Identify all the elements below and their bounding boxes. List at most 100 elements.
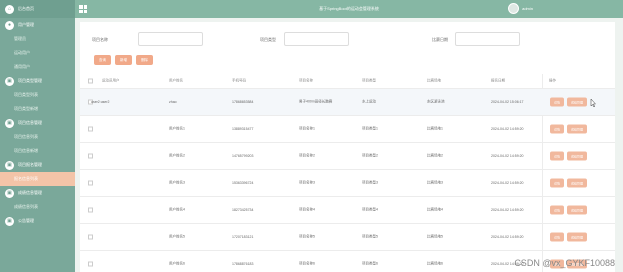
sidebar-home[interactable]: ⌂ 后台首页 [0, 0, 75, 18]
cell-name: 用户姓名1 [169, 126, 185, 131]
top-header: 基于SpringBoot的运动会管理系统 admin [75, 0, 623, 18]
cell-date: 2024-04-02 14:59:20 [491, 154, 524, 158]
header-name: 用户姓名 [169, 78, 183, 83]
row-actions: 详情 成绩管理 [550, 178, 588, 188]
sidebar-group-label: 项目报名管理 [18, 162, 42, 167]
project-icon: ▣ [5, 216, 14, 226]
cell-phone: 17868653584 [232, 100, 254, 104]
cell-phone: 17207183121 [232, 235, 254, 239]
cell-type: 项目类型1 [362, 126, 378, 131]
row-actions: 详情 成绩管理 [550, 124, 588, 134]
header-phone: 手机号码 [232, 78, 246, 83]
table-row[interactable]: 用户姓名1 13889315477 项目名称1 项目类型1 比赛场地1 2024… [80, 115, 615, 142]
detail-button[interactable]: 详情 [550, 205, 565, 215]
row-checkbox[interactable] [88, 126, 93, 132]
sidebar-home-label: 后台首页 [18, 6, 34, 11]
registration-table: 运动员用户 用户姓名 手机号码 项目名称 项目类型 比赛场地 报名日期 操作 u… [80, 74, 615, 272]
sidebar-group-project-info[interactable]: ▣ 项目信息管理 [0, 116, 75, 130]
delete-button[interactable]: 删除 [136, 55, 153, 65]
search-button[interactable]: 查询 [94, 55, 111, 65]
cell-venue: 比赛场地1 [427, 126, 443, 131]
detail-button[interactable]: 详情 [550, 124, 565, 134]
score-button[interactable]: 成绩管理 [567, 205, 588, 215]
cell-date: 2024-04-02 14:59:20 [491, 208, 524, 212]
project-icon: ▣ [5, 76, 14, 86]
row-checkbox[interactable] [88, 261, 93, 267]
cell-phone: 15363396724 [232, 181, 254, 185]
row-actions: 详情 成绩管理 [550, 232, 588, 242]
sidebar-group-users[interactable]: ● 用户管理 [0, 18, 75, 32]
header-project: 项目名称 [299, 78, 313, 83]
score-button[interactable]: 成绩管理 [567, 232, 588, 242]
user-icon: ● [5, 20, 14, 30]
row-actions: 详情 成绩管理 [550, 151, 588, 161]
project-icon: ▣ [5, 160, 14, 170]
cell-phone: 13889315477 [232, 127, 254, 131]
table-header: 运动员用户 用户姓名 手机号码 项目名称 项目类型 比赛场地 报名日期 操作 [80, 74, 615, 88]
header-venue: 比赛场地 [427, 78, 441, 83]
sidebar-group-label: 公告管理 [18, 218, 34, 223]
sidebar-item-admin[interactable]: 管理员 [0, 32, 75, 46]
sidebar-item-project-info-list[interactable]: 项目信息列表 [0, 130, 75, 144]
cell-name: 用户姓名4 [169, 207, 185, 212]
table-row[interactable]: 用户姓名4 18273425734 项目名称4 项目类型4 比赛场地4 2024… [80, 196, 615, 223]
table-row[interactable]: user2:user2 zhao 17868653584 男子400m田径长跑赛… [80, 88, 615, 115]
sidebar-group-scores[interactable]: ▣ 成绩信息管理 [0, 186, 75, 200]
sidebar-group-registration[interactable]: ▣ 项目报名管理 [0, 158, 75, 172]
table-row[interactable]: 用户姓名2 14765799203 项目名称2 项目类型2 比赛场地2 2024… [80, 142, 615, 169]
cell-venue: 比赛场地5 [427, 234, 443, 239]
cell-name: 用户姓名6 [169, 261, 185, 266]
select-all-checkbox[interactable] [88, 78, 93, 84]
sidebar-item-project-type-list[interactable]: 项目类型列表 [0, 88, 75, 102]
detail-button[interactable]: 详情 [550, 178, 565, 188]
avatar [508, 3, 520, 14]
add-button[interactable]: 新增 [115, 55, 132, 65]
header-ops: 操作 [549, 78, 556, 83]
project-type-input[interactable] [284, 32, 349, 46]
sidebar-group-label: 用户管理 [18, 22, 34, 27]
row-checkbox[interactable] [88, 180, 93, 186]
row-actions: 详情 成绩管理 [550, 205, 588, 215]
project-name-input[interactable] [138, 32, 203, 46]
sidebar-item-normal-users[interactable]: 通用用户 [0, 60, 75, 74]
score-button[interactable]: 成绩管理 [567, 97, 588, 107]
sidebar-item-score-list[interactable]: 成绩信息列表 [0, 200, 75, 214]
project-icon: ▣ [5, 188, 14, 198]
cell-name: 用户姓名3 [169, 180, 185, 185]
sidebar-group-label: 项目类型管理 [18, 78, 42, 83]
cell-name: 用户姓名5 [169, 234, 185, 239]
cell-name: 用户姓名2 [169, 153, 185, 158]
cell-venue: 比赛场地3 [427, 180, 443, 185]
sidebar-group-project-types[interactable]: ▣ 项目类型管理 [0, 74, 75, 88]
score-button[interactable]: 成绩管理 [567, 151, 588, 161]
sidebar-item-athlete-users[interactable]: 运动用户 [0, 46, 75, 60]
score-button[interactable]: 成绩管理 [567, 124, 588, 134]
detail-button[interactable]: 详情 [550, 232, 565, 242]
detail-button[interactable]: 详情 [550, 97, 565, 107]
sidebar-item-project-type-add[interactable]: 项目类型新增 [0, 102, 75, 116]
table-row[interactable]: 用户姓名3 15363396724 项目名称3 项目类型3 比赛场地3 2024… [80, 169, 615, 196]
detail-button[interactable]: 详情 [550, 151, 565, 161]
cell-phone: 14765799203 [232, 154, 254, 158]
row-actions: 详情 成绩管理 [550, 97, 588, 107]
row-checkbox[interactable] [88, 207, 93, 213]
cell-venue: 比赛场地4 [427, 207, 443, 212]
sidebar-item-project-info-add[interactable]: 项目信息新增 [0, 144, 75, 158]
table-row[interactable]: 用户姓名5 17207183121 项目名称5 项目类型5 比赛场地5 2024… [80, 223, 615, 250]
sidebar-group-notices[interactable]: ▣ 公告管理 [0, 214, 75, 228]
date-input[interactable] [455, 32, 520, 46]
cell-date: 2024-04-02 14:59:20 [491, 127, 524, 131]
home-icon: ⌂ [5, 4, 14, 14]
action-buttons: 查询 新增 删除 [94, 55, 153, 65]
cell-project: 项目名称6 [299, 261, 315, 266]
user-menu[interactable]: admin [508, 3, 533, 14]
sidebar-item-registration-list[interactable]: 报名信息列表 [0, 172, 75, 186]
row-checkbox[interactable] [88, 153, 93, 159]
cell-type: 项目类型5 [362, 234, 378, 239]
cell-project: 项目名称3 [299, 180, 315, 185]
row-checkbox[interactable] [88, 234, 93, 240]
score-button[interactable]: 成绩管理 [567, 178, 588, 188]
cell-date: 2024-04-02 14:59:20 [491, 181, 524, 185]
watermark: CSDN @vx_GYKF10088 [514, 258, 615, 268]
filter-label-project-name: 项目名称 [92, 37, 108, 42]
